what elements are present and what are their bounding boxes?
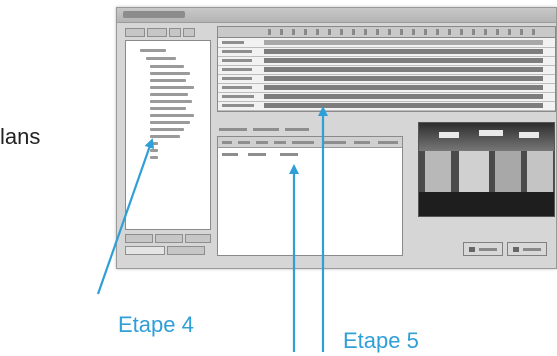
annotation-arrows (96, 106, 328, 352)
step4-arrow (96, 138, 155, 295)
step4-label: Etape 4 (118, 312, 194, 337)
step5-label: Etape 5 (343, 328, 419, 353)
